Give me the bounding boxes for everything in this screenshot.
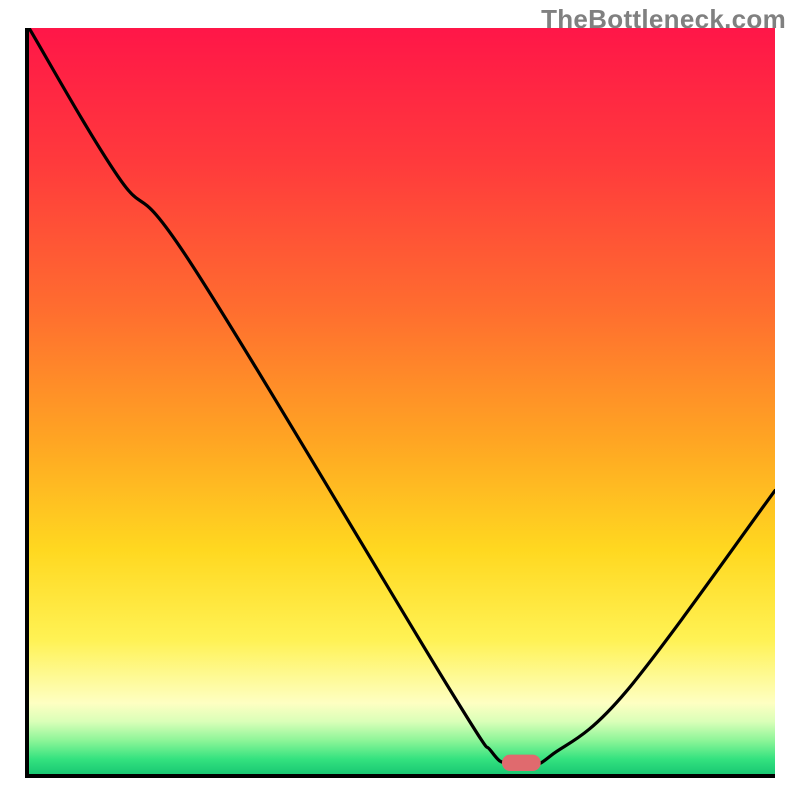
plot-area [29,28,775,774]
optimum-marker [29,28,775,774]
chart-container: TheBottleneck.com [0,0,800,800]
